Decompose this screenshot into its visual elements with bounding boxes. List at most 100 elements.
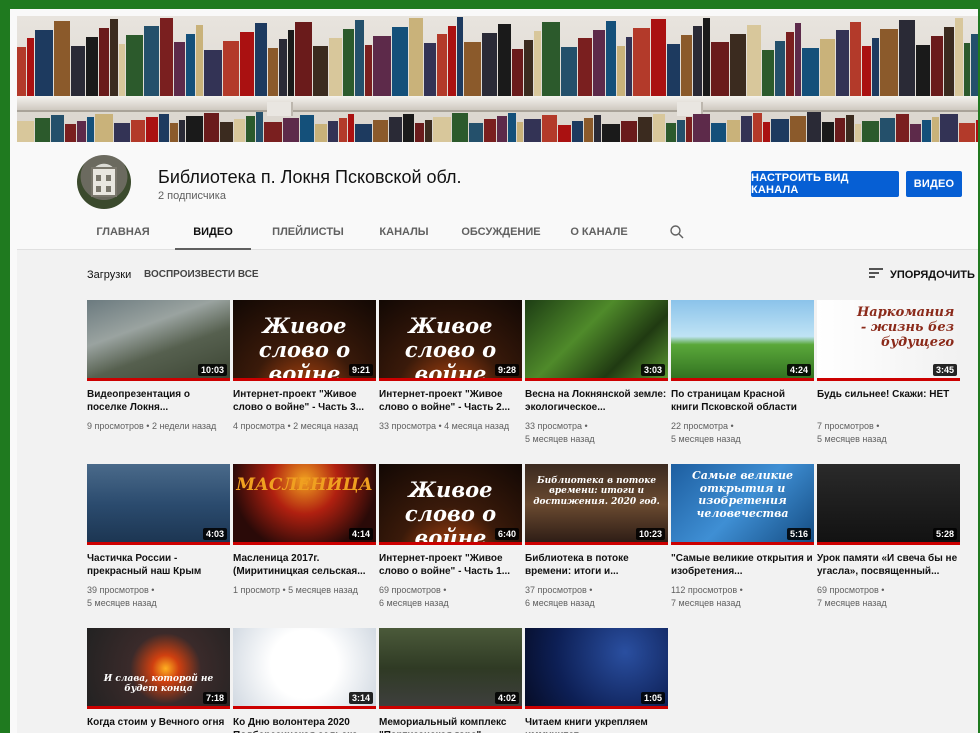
- video-title[interactable]: Интернет-проект "Живое слово о войне" - …: [379, 388, 522, 414]
- book-spine: [771, 118, 789, 142]
- video-card[interactable]: Живое слово о войне 9:21 Интернет-проект "…: [233, 300, 376, 433]
- tab-discussion[interactable]: ОБСУЖДЕНИЕ: [449, 214, 553, 250]
- book-spine: [186, 33, 195, 96]
- video-thumbnail[interactable]: 3:03: [525, 300, 668, 381]
- video-thumbnail[interactable]: Живое слово о войне 9:28: [379, 300, 522, 381]
- tab-playlists[interactable]: ПЛЕЙЛИСТЫ: [257, 214, 359, 250]
- book-spine: [355, 20, 364, 96]
- tab-channels[interactable]: КАНАЛЫ: [365, 214, 443, 250]
- tab-videos[interactable]: ВИДЕО: [175, 214, 251, 250]
- book-spine: [51, 114, 64, 142]
- book-spine: [355, 123, 372, 142]
- book-spine: [77, 120, 86, 142]
- book-spine: [617, 45, 625, 96]
- video-title[interactable]: "Самые великие открытия и изобретения...: [671, 552, 814, 578]
- video-title[interactable]: Урок памяти «И свеча бы не угасла», посв…: [817, 552, 960, 578]
- video-card[interactable]: 3:03 Весна на Локнянской земле: экологиче…: [525, 300, 668, 446]
- book-spine: [160, 17, 173, 96]
- video-title[interactable]: Когда стоим у Вечного огня: [87, 716, 230, 733]
- book-spine: [329, 37, 342, 96]
- book-spine: [119, 44, 125, 96]
- book-spine: [204, 112, 219, 142]
- video-thumbnail[interactable]: 10:03: [87, 300, 230, 381]
- book-spine: [753, 112, 762, 142]
- video-title[interactable]: По страницам Красной книги Псковской обл…: [671, 388, 814, 414]
- book-spine: [862, 46, 871, 96]
- video-thumbnail[interactable]: 3:14: [233, 628, 376, 709]
- video-meta: 7 просмотров • 5 месяцев назад: [817, 420, 960, 446]
- video-title[interactable]: Интернет-проект "Живое слово о войне" - …: [233, 388, 376, 414]
- video-card[interactable]: Библиотека в потоке времени: итоги и дос…: [525, 464, 668, 610]
- video-thumbnail[interactable]: 4:03: [87, 464, 230, 545]
- video-card[interactable]: Наркомания - жизнь без будущего 3:45 Будь …: [817, 300, 960, 446]
- video-title[interactable]: Будь сильнее! Скажи: НЕТ: [817, 388, 960, 414]
- video-thumbnail[interactable]: Самые великие открытия и изобретения чел…: [671, 464, 814, 545]
- video-title[interactable]: Ко Дню волонтера 2020 Подберезинская сел…: [233, 716, 376, 733]
- video-card[interactable]: Самые великие открытия и изобретения чел…: [671, 464, 814, 610]
- thumbnail-overlay-text: Библиотека в потоке времени: итоги и дос…: [533, 476, 660, 507]
- video-thumbnail[interactable]: МАСЛЕНИЦА 4:14: [233, 464, 376, 545]
- video-thumbnail[interactable]: И слава, которой не будет конца 7:18: [87, 628, 230, 709]
- video-card[interactable]: 4:02 Мемориальный комплекс "Партизанская …: [379, 628, 522, 733]
- video-thumbnail[interactable]: 4:24: [671, 300, 814, 381]
- video-duration: 10:03: [197, 364, 227, 376]
- video-card[interactable]: 1:05 Читаем книги укрепляем иммунитет: [525, 628, 668, 733]
- video-thumbnail[interactable]: 5:28: [817, 464, 960, 545]
- video-card[interactable]: МАСЛЕНИЦА 4:14 Масленица 2017г. (Миритиниц…: [233, 464, 376, 597]
- video-title[interactable]: Читаем книги укрепляем иммунитет: [525, 716, 668, 733]
- tab-home[interactable]: ГЛАВНАЯ: [77, 214, 169, 250]
- book-spine: [437, 34, 447, 96]
- book-spine: [144, 26, 159, 96]
- subscriber-count: 2 подписчика: [158, 190, 226, 202]
- video-thumbnail[interactable]: Живое слово о войне 9:21: [233, 300, 376, 381]
- video-duration: 9:21: [348, 364, 373, 376]
- book-spine: [542, 115, 557, 142]
- book-spine: [498, 24, 511, 96]
- video-title[interactable]: Библиотека в потоке времени: итоги и...: [525, 552, 668, 578]
- video-card[interactable]: 4:03 Частичка России - прекрасный наш Кры…: [87, 464, 230, 610]
- watch-progress-bar: [233, 706, 376, 709]
- video-thumbnail[interactable]: 4:02: [379, 628, 522, 709]
- video-card[interactable]: 4:24 По страницам Красной книги Псковской…: [671, 300, 814, 446]
- book-spine: [940, 113, 958, 142]
- channel-avatar[interactable]: [77, 155, 131, 209]
- video-duration: 6:40: [494, 528, 519, 540]
- avatar-window: [96, 186, 101, 192]
- video-card[interactable]: Живое слово о войне 6:40 Интернет-проект "…: [379, 464, 522, 610]
- video-duration: 3:03: [640, 364, 665, 376]
- search-icon[interactable]: [669, 224, 685, 240]
- book-spine: [339, 117, 347, 142]
- video-views-date: 112 просмотров •: [671, 585, 743, 595]
- video-card[interactable]: 10:03 Видеопрезентация о поселке Локня...…: [87, 300, 230, 433]
- watch-progress-bar: [817, 542, 960, 545]
- video-title[interactable]: Видеопрезентация о поселке Локня...: [87, 388, 230, 414]
- book-spine: [348, 114, 354, 142]
- book-spine: [896, 114, 909, 142]
- video-thumbnail[interactable]: Библиотека в потоке времени: итоги и дос…: [525, 464, 668, 545]
- video-thumbnail[interactable]: Наркомания - жизнь без будущего 3:45: [817, 300, 960, 381]
- book-spine: [872, 37, 879, 96]
- video-title[interactable]: Частичка России - прекрасный наш Крым: [87, 552, 230, 578]
- play-all-button[interactable]: ВОСПРОИЗВЕСТИ ВСЕ: [144, 269, 259, 280]
- video-title[interactable]: Масленица 2017г. (Миритиницкая сельская.…: [233, 552, 376, 578]
- book-spine: [711, 122, 726, 142]
- sort-button[interactable]: УПОРЯДОЧИТЬ: [868, 267, 975, 282]
- book-spine: [626, 36, 632, 96]
- book-spine: [561, 47, 577, 96]
- video-card[interactable]: Живое слово о войне 9:28 Интернет-проект "…: [379, 300, 522, 433]
- customize-channel-button[interactable]: НАСТРОИТЬ ВИД КАНАЛА: [751, 171, 899, 197]
- video-card[interactable]: И слава, которой не будет конца 7:18 Когда…: [87, 628, 230, 733]
- video-card[interactable]: 5:28 Урок памяти «И свеча бы не угасла», …: [817, 464, 960, 610]
- manage-videos-button[interactable]: ВИДЕО: [906, 171, 962, 197]
- video-title[interactable]: Мемориальный комплекс "Партизанская гора…: [379, 716, 522, 733]
- book-spine: [666, 123, 676, 142]
- video-title[interactable]: Интернет-проект "Живое слово о войне" - …: [379, 552, 522, 578]
- book-spine: [403, 113, 414, 142]
- video-title[interactable]: Весна на Локнянской земле: экологическое…: [525, 388, 668, 414]
- video-thumbnail[interactable]: 1:05: [525, 628, 668, 709]
- video-views-date: 9 просмотров • 2 недели назад: [87, 421, 217, 431]
- video-thumbnail[interactable]: Живое слово о войне 6:40: [379, 464, 522, 545]
- video-card[interactable]: 3:14 Ко Дню волонтера 2020 Подберезинская…: [233, 628, 376, 733]
- video-duration: 4:14: [348, 528, 373, 540]
- tab-about[interactable]: О КАНАЛЕ: [559, 214, 639, 250]
